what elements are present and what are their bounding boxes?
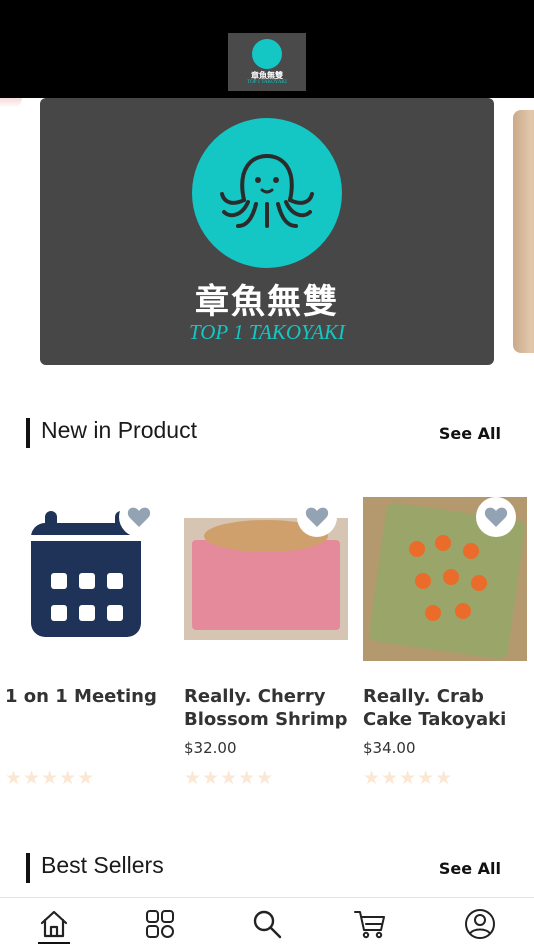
store-logo[interactable]: 章魚無雙 TOP 1 TAKOYAKI (228, 33, 306, 91)
product-name[interactable]: 1 on 1 Meeting (5, 685, 173, 708)
next-slide-preview[interactable] (513, 110, 534, 353)
favorite-heart-icon[interactable] (476, 497, 516, 537)
section-accent-bar (26, 853, 30, 883)
octopus-logo-icon (252, 39, 282, 69)
rating-stars: ★★★★★ (184, 767, 275, 789)
section-title: Best Sellers (41, 852, 164, 878)
see-all-link[interactable]: See All (439, 424, 501, 443)
new-in-product-header: New in Product See All (0, 416, 534, 450)
product-price: $32.00 (184, 739, 237, 757)
active-tab-indicator (38, 942, 70, 944)
octopus-logo-icon (192, 118, 342, 268)
cart-icon[interactable] (350, 904, 390, 944)
product-name[interactable]: Really. Cherry Blossom Shrimp (184, 685, 352, 731)
grid-icon[interactable] (140, 904, 180, 944)
profile-icon[interactable] (460, 904, 500, 944)
bottom-navigation (0, 897, 534, 950)
best-sellers-header: Best Sellers See All (0, 851, 534, 885)
see-all-link[interactable]: See All (439, 859, 501, 878)
home-icon[interactable] (34, 904, 74, 944)
banner-brand-en: TOP 1 TAKOYAKI (188, 320, 346, 344)
rating-stars: ★★★★★ (363, 767, 454, 789)
product-price: $34.00 (363, 739, 416, 757)
section-title: New in Product (41, 417, 197, 443)
banner-brand-cn: 章魚無雙 (195, 282, 339, 322)
rating-stars: ★★★★★ (5, 767, 96, 789)
section-accent-bar (26, 418, 30, 448)
product-name[interactable]: Really. Crab Cake Takoyaki (363, 685, 531, 731)
logo-en-text: TOP 1 TAKOYAKI (247, 80, 287, 85)
favorite-heart-icon[interactable] (119, 497, 159, 537)
app-header: 章魚無雙 TOP 1 TAKOYAKI (0, 0, 534, 98)
search-icon[interactable] (247, 904, 287, 944)
banner-carousel[interactable]: 章魚無雙 TOP 1 TAKOYAKI (0, 98, 534, 378)
previous-slide-edge (0, 98, 22, 108)
favorite-heart-icon[interactable] (297, 497, 337, 537)
banner-slide[interactable]: 章魚無雙 TOP 1 TAKOYAKI (40, 98, 494, 365)
